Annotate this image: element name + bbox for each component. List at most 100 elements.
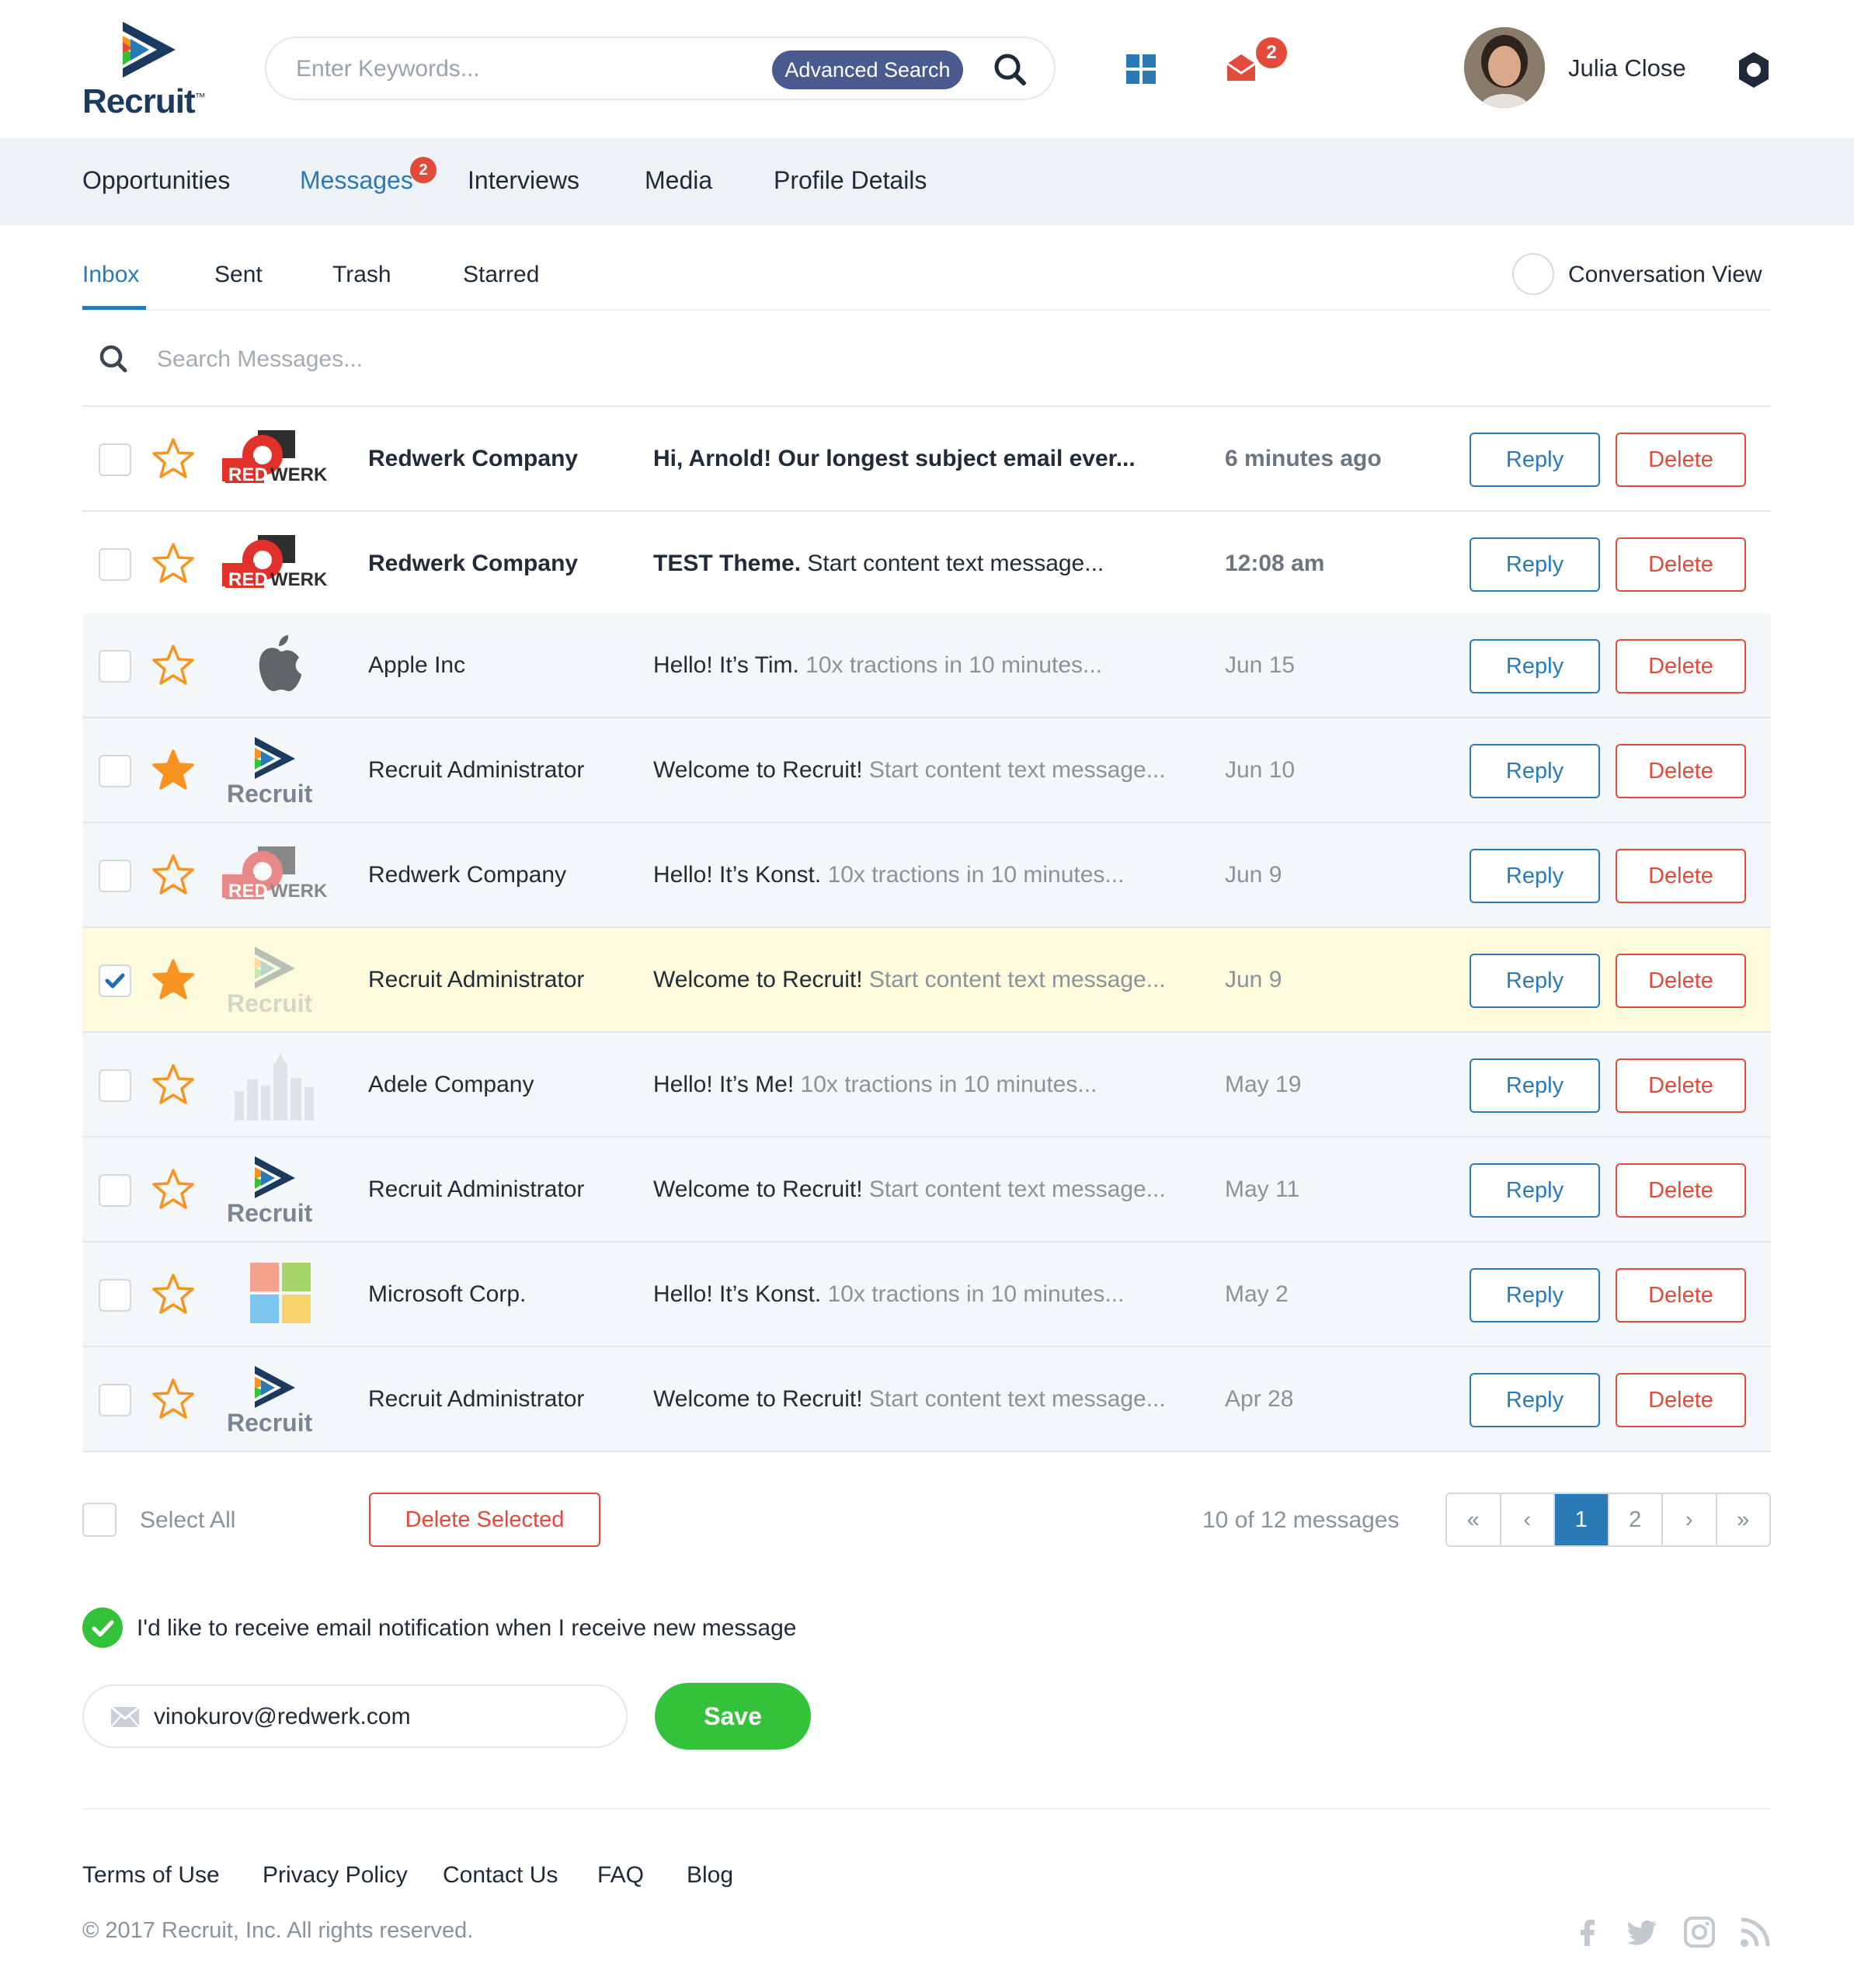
advanced-search-button[interactable]: Advanced Search [772, 50, 963, 89]
email-notification-checkbox[interactable] [82, 1607, 123, 1648]
recruit-logo[interactable]: Recruit™ [82, 19, 214, 120]
page-2-button[interactable]: 2 [1609, 1494, 1663, 1545]
row-checkbox[interactable] [99, 548, 131, 581]
gear-icon[interactable] [1734, 50, 1773, 89]
reply-button[interactable]: Reply [1470, 537, 1600, 592]
footer-link-privacy[interactable]: Privacy Policy [263, 1862, 408, 1889]
reply-button[interactable]: Reply [1470, 1058, 1600, 1113]
message-row[interactable]: RED WERK Redwerk Company Hello! It’s Kon… [82, 823, 1771, 928]
message-row[interactable]: Recruit Recruit Administrator Welcome to… [82, 718, 1771, 823]
message-subject[interactable]: Welcome to Recruit! Start content text m… [653, 967, 1166, 993]
row-checkbox[interactable] [99, 1174, 131, 1207]
email-notification-label[interactable]: I'd like to receive email notification w… [137, 1615, 796, 1642]
nav-messages[interactable]: Messages [300, 166, 413, 195]
save-button[interactable]: Save [655, 1683, 811, 1750]
row-checkbox[interactable] [99, 1279, 131, 1312]
delete-button[interactable]: Delete [1616, 639, 1746, 693]
notification-email-input[interactable] [154, 1698, 604, 1736]
page-next-button[interactable]: › [1663, 1494, 1717, 1545]
star-outline-icon[interactable] [151, 853, 196, 898]
star-filled-icon[interactable] [151, 958, 196, 1003]
message-subject[interactable]: Hello! It’s Konst. 10x tractions in 10 m… [653, 1281, 1124, 1308]
star-outline-icon[interactable] [151, 541, 196, 586]
mail-icon[interactable] [1226, 51, 1257, 82]
footer-link-blog[interactable]: Blog [687, 1862, 733, 1889]
star-outline-icon[interactable] [151, 1377, 196, 1422]
select-all-label[interactable]: Select All [140, 1507, 235, 1534]
nav-interviews[interactable]: Interviews [468, 166, 579, 195]
star-filled-icon[interactable] [151, 748, 196, 793]
message-subject[interactable]: TEST Theme. Start content text message..… [653, 551, 1104, 577]
page-first-button[interactable]: « [1447, 1494, 1501, 1545]
facebook-icon[interactable] [1571, 1915, 1605, 1949]
delete-button[interactable]: Delete [1616, 954, 1746, 1008]
user-name[interactable]: Julia Close [1568, 54, 1686, 82]
delete-button[interactable]: Delete [1616, 849, 1746, 903]
delete-button[interactable]: Delete [1616, 1268, 1746, 1322]
page-prev-button[interactable]: ‹ [1501, 1494, 1555, 1545]
delete-button[interactable]: Delete [1616, 1163, 1746, 1218]
delete-selected-button[interactable]: Delete Selected [369, 1493, 600, 1547]
row-checkbox[interactable] [99, 1384, 131, 1416]
message-row[interactable]: Apple Inc Hello! It’s Tim. 10x tractions… [82, 613, 1771, 718]
dashboard-grid-icon[interactable] [1126, 54, 1156, 84]
message-row[interactable]: Microsoft Corp. Hello! It’s Konst. 10x t… [82, 1242, 1771, 1347]
nav-profile-details[interactable]: Profile Details [774, 166, 927, 195]
delete-button[interactable]: Delete [1616, 744, 1746, 798]
avatar[interactable] [1464, 27, 1545, 108]
row-checkbox[interactable] [99, 964, 131, 997]
row-checkbox[interactable] [99, 1069, 131, 1102]
message-subject[interactable]: Hello! It’s Tim. 10x tractions in 10 min… [653, 652, 1102, 679]
reply-button[interactable]: Reply [1470, 849, 1600, 903]
footer-link-terms[interactable]: Terms of Use [82, 1862, 220, 1889]
tab-sent[interactable]: Sent [214, 262, 263, 288]
message-subject[interactable]: Hi, Arnold! Our longest subject email ev… [653, 446, 1136, 472]
page-last-button[interactable]: » [1717, 1494, 1770, 1545]
message-subject[interactable]: Welcome to Recruit! Start content text m… [653, 757, 1166, 784]
row-checkbox[interactable] [99, 443, 131, 476]
conversation-view-toggle[interactable] [1512, 253, 1554, 295]
star-outline-icon[interactable] [151, 1062, 196, 1107]
nav-opportunities[interactable]: Opportunities [82, 166, 230, 195]
reply-button[interactable]: Reply [1470, 433, 1600, 487]
delete-button[interactable]: Delete [1616, 537, 1746, 592]
delete-button[interactable]: Delete [1616, 433, 1746, 487]
instagram-icon[interactable] [1682, 1915, 1717, 1949]
star-outline-icon[interactable] [151, 1272, 196, 1317]
star-outline-icon[interactable] [151, 643, 196, 688]
nav-media[interactable]: Media [645, 166, 712, 195]
delete-button[interactable]: Delete [1616, 1058, 1746, 1113]
row-checkbox[interactable] [99, 755, 131, 787]
message-subject[interactable]: Hello! It’s Me! 10x tractions in 10 minu… [653, 1072, 1097, 1098]
message-subject[interactable]: Hello! It’s Konst. 10x tractions in 10 m… [653, 862, 1124, 888]
search-icon[interactable] [991, 50, 1030, 89]
tab-starred[interactable]: Starred [463, 262, 539, 288]
reply-button[interactable]: Reply [1470, 1373, 1600, 1427]
message-row[interactable]: RED WERK Redwerk Company Hi, Arnold! Our… [82, 407, 1771, 512]
row-checkbox[interactable] [99, 650, 131, 683]
twitter-icon[interactable] [1626, 1915, 1660, 1949]
message-subject[interactable]: Welcome to Recruit! Start content text m… [653, 1386, 1166, 1413]
message-search-input[interactable] [157, 340, 856, 379]
message-row[interactable]: Recruit Recruit Administrator Welcome to… [82, 1347, 1771, 1452]
footer-link-faq[interactable]: FAQ [597, 1862, 644, 1889]
star-outline-icon[interactable] [151, 436, 196, 481]
reply-button[interactable]: Reply [1470, 1163, 1600, 1218]
reply-button[interactable]: Reply [1470, 954, 1600, 1008]
message-row[interactable]: Recruit Recruit Administrator Welcome to… [82, 928, 1771, 1033]
message-row[interactable]: Recruit Recruit Administrator Welcome to… [82, 1138, 1771, 1242]
message-row[interactable]: Adele Company Hello! It’s Me! 10x tracti… [82, 1033, 1771, 1138]
footer-link-contact[interactable]: Contact Us [443, 1862, 558, 1889]
tab-inbox[interactable]: Inbox [82, 262, 139, 288]
reply-button[interactable]: Reply [1470, 639, 1600, 693]
rss-icon[interactable] [1738, 1915, 1772, 1949]
reply-button[interactable]: Reply [1470, 744, 1600, 798]
message-subject[interactable]: Welcome to Recruit! Start content text m… [653, 1176, 1166, 1203]
page-1-button[interactable]: 1 [1555, 1494, 1609, 1545]
delete-button[interactable]: Delete [1616, 1373, 1746, 1427]
row-checkbox[interactable] [99, 860, 131, 892]
reply-button[interactable]: Reply [1470, 1268, 1600, 1322]
tab-trash[interactable]: Trash [332, 262, 391, 288]
keyword-search-input[interactable] [296, 50, 762, 88]
select-all-checkbox[interactable] [82, 1503, 117, 1537]
